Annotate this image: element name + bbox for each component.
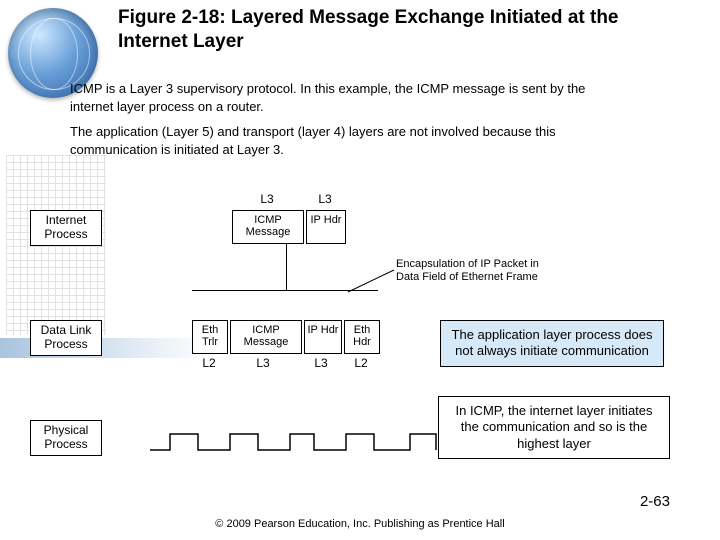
bot-label-d: L2 bbox=[346, 356, 376, 370]
top-label-l3a: L3 bbox=[252, 192, 282, 206]
connector-line-tick bbox=[286, 274, 287, 290]
physical-signal bbox=[150, 420, 440, 470]
layer-datalink: Data Link Process bbox=[30, 320, 102, 356]
l3-iphdr-box: IP Hdr bbox=[306, 210, 346, 244]
l2-ethhdr-box: Eth Hdr bbox=[344, 320, 380, 354]
caption-line-1: ICMP is a Layer 3 supervisory protocol. … bbox=[70, 80, 630, 115]
encaps-label: Encapsulation of IP Packet in Data Field… bbox=[396, 258, 564, 283]
footer-copyright: © 2009 Pearson Education, Inc. Publishin… bbox=[0, 518, 720, 530]
l2-ethtrlr-box: Eth Trlr bbox=[192, 320, 228, 354]
l2-icmp-box: ICMP Message bbox=[230, 320, 302, 354]
top-label-l3b: L3 bbox=[310, 192, 340, 206]
bot-label-a: L2 bbox=[194, 356, 224, 370]
caption-block: ICMP is a Layer 3 supervisory protocol. … bbox=[70, 80, 630, 158]
l3-icmp-box: ICMP Message bbox=[232, 210, 304, 244]
connector-line-vert bbox=[286, 244, 287, 274]
l2-iphdr-box: IP Hdr bbox=[304, 320, 342, 354]
page-number: 2-63 bbox=[640, 493, 670, 510]
layer-internet: Internet Process bbox=[30, 210, 102, 246]
bot-label-b: L3 bbox=[248, 356, 278, 370]
bot-label-c: L3 bbox=[306, 356, 336, 370]
figure-title: Figure 2-18: Layered Message Exchange In… bbox=[118, 6, 678, 54]
callout-icmp: In ICMP, the internet layer initiates th… bbox=[438, 396, 670, 459]
caption-line-2: The application (Layer 5) and transport … bbox=[70, 123, 630, 158]
layer-physical: Physical Process bbox=[30, 420, 102, 456]
callout-app-layer: The application layer process does not a… bbox=[440, 320, 664, 367]
